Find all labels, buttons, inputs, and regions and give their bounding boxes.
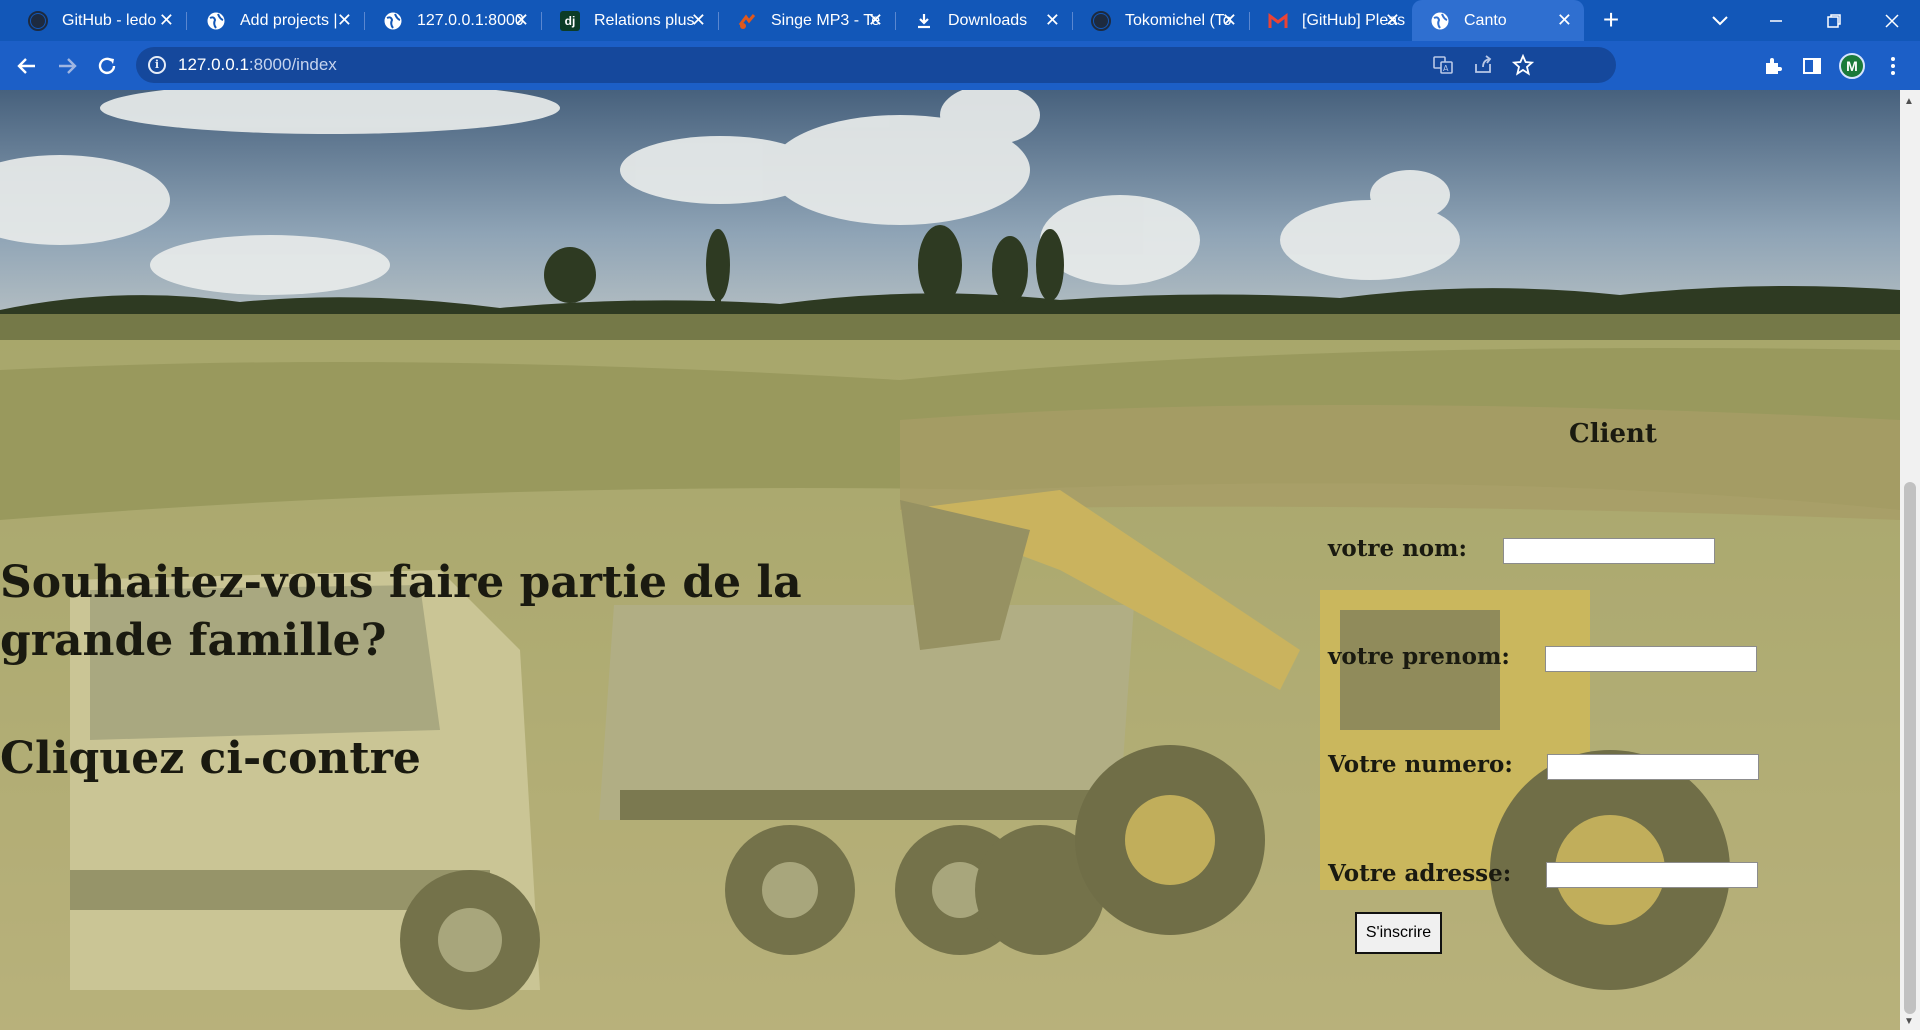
prenom-input[interactable] — [1545, 646, 1757, 672]
close-window-button[interactable] — [1864, 0, 1920, 41]
tab-downloads[interactable]: Downloads ✕ — [896, 0, 1072, 41]
tab-strip: GitHub - ledo ✕ Add projects | ✕ 127.0.0… — [0, 0, 1920, 41]
tab-django-relations[interactable]: dj Relations plus ✕ — [542, 0, 718, 41]
scrollbar-thumb[interactable] — [1904, 482, 1916, 1014]
globe-icon — [1430, 11, 1450, 31]
subscribe-button[interactable]: S'inscrire — [1355, 912, 1442, 954]
bookmark-star-icon[interactable] — [1511, 53, 1535, 76]
download-icon — [914, 11, 934, 31]
tab-github[interactable]: GitHub - ledo ✕ — [10, 0, 186, 41]
more-options-icon[interactable] — [1880, 53, 1906, 79]
gmail-icon — [1268, 11, 1288, 31]
share-icon[interactable] — [1472, 54, 1494, 76]
nom-input[interactable] — [1503, 538, 1715, 564]
svg-text:A: A — [1443, 64, 1449, 73]
back-button[interactable] — [12, 51, 42, 81]
info-icon[interactable]: i — [148, 56, 166, 74]
close-icon[interactable]: ✕ — [514, 10, 529, 31]
forward-button[interactable] — [52, 51, 82, 81]
avatar[interactable]: M — [1839, 53, 1865, 79]
translate-icon[interactable]: A — [1432, 54, 1454, 76]
tab-localhost[interactable]: 127.0.0.1:8000 ✕ — [365, 0, 541, 41]
close-icon[interactable]: ✕ — [691, 10, 706, 31]
tab-add-projects[interactable]: Add projects | ✕ — [188, 0, 364, 41]
restore-button[interactable] — [1806, 0, 1862, 41]
address-bar[interactable]: i 127.0.0.1:8000/index A — [136, 47, 1616, 83]
extensions-icon[interactable] — [1760, 53, 1786, 79]
call-to-action-text: Cliquez ci-contre — [0, 733, 421, 784]
numero-input[interactable] — [1547, 754, 1759, 780]
tab-singe-mp3[interactable]: Singe MP3 - Te ✕ — [719, 0, 895, 41]
numero-label: Votre numero: — [1328, 751, 1513, 778]
adresse-label: Votre adresse: — [1328, 860, 1512, 887]
close-icon[interactable]: ✕ — [159, 10, 174, 31]
url-path: :8000/index — [248, 55, 337, 74]
tab-divider — [186, 12, 187, 30]
nom-label: votre nom: — [1328, 535, 1467, 562]
close-icon[interactable]: ✕ — [1045, 10, 1060, 31]
close-icon[interactable]: ✕ — [868, 10, 883, 31]
prenom-label: votre prenom: — [1328, 643, 1510, 670]
close-icon[interactable]: ✕ — [1557, 10, 1572, 31]
new-tab-button[interactable]: + — [1596, 6, 1626, 36]
github-icon — [1091, 10, 1111, 31]
adresse-input[interactable] — [1546, 862, 1758, 888]
chevron-down-icon[interactable] — [1708, 8, 1732, 32]
globe-icon — [383, 11, 403, 31]
reload-button[interactable] — [92, 51, 122, 81]
minimize-button[interactable] — [1748, 0, 1804, 41]
github-icon — [28, 10, 48, 31]
globe-icon — [206, 11, 226, 31]
side-panel-icon[interactable] — [1799, 53, 1825, 79]
tab-canto[interactable]: Canto ✕ — [1412, 0, 1584, 41]
scroll-down-icon[interactable]: ▼ — [1904, 1016, 1914, 1027]
close-icon[interactable]: ✕ — [1385, 10, 1400, 31]
vertical-scrollbar[interactable]: ▲ ▼ — [1900, 90, 1920, 1030]
tab-tokomichel[interactable]: Tokomichel (To ✕ — [1073, 0, 1249, 41]
close-icon[interactable]: ✕ — [337, 10, 352, 31]
url-text[interactable]: 127.0.0.1:8000/index — [178, 55, 337, 75]
form-title: Client — [1569, 419, 1657, 449]
scroll-up-icon[interactable]: ▲ — [1904, 96, 1914, 107]
music-icon — [737, 11, 757, 31]
browser-toolbar: i 127.0.0.1:8000/index A M — [0, 41, 1920, 90]
close-icon[interactable]: ✕ — [1222, 10, 1237, 31]
django-icon: dj — [560, 10, 580, 31]
url-host: 127.0.0.1 — [178, 55, 249, 74]
tab-github-mail[interactable]: [GitHub] Pleas ✕ — [1250, 0, 1412, 41]
page-headline: Souhaitez-vous faire partie de la grande… — [0, 557, 802, 666]
